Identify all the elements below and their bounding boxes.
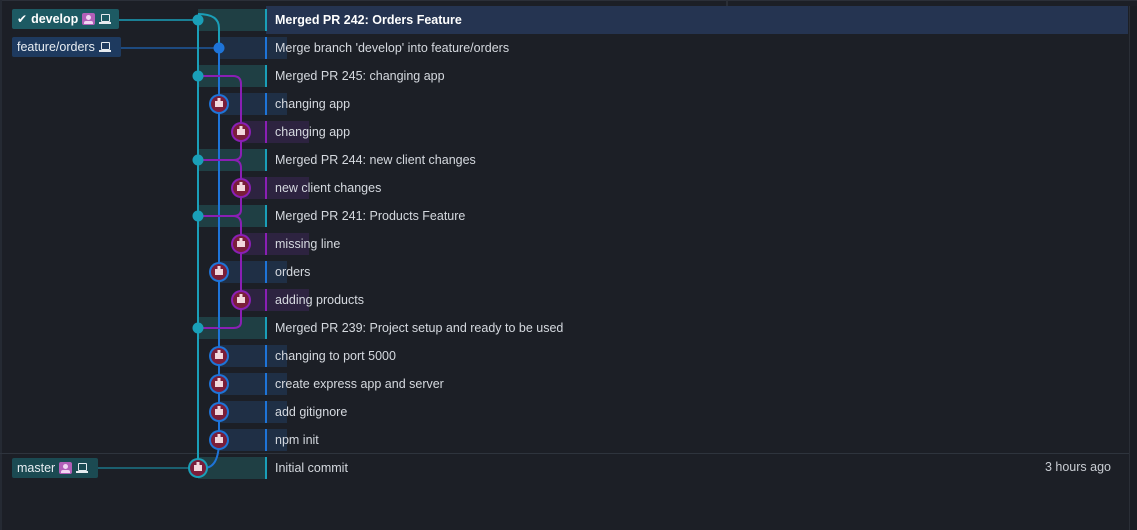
- branch-ref-develop[interactable]: ✔ develop: [12, 9, 119, 29]
- vertical-scrollbar[interactable]: [1129, 6, 1137, 530]
- branch-name: feature/orders: [17, 40, 95, 54]
- commit-dot: [213, 42, 225, 54]
- laptop-icon: [98, 42, 111, 52]
- commit-avatar-glyph: [237, 129, 245, 135]
- commit-message: Merged PR 241: Products Feature: [275, 209, 466, 223]
- commit-message: create express app and server: [275, 377, 444, 391]
- commit-avatar-glyph: [237, 241, 245, 247]
- commit-avatar-glyph: [239, 294, 243, 297]
- branch-name: master: [17, 461, 56, 475]
- commit-avatar-glyph: [237, 297, 245, 303]
- commit-message: Merged PR 239: Project setup and ready t…: [275, 321, 564, 335]
- commit-avatar-glyph: [217, 266, 221, 269]
- commit-avatar-glyph: [215, 353, 223, 359]
- branch-ref-feature-orders[interactable]: feature/orders: [12, 37, 121, 57]
- commit-avatar-glyph: [237, 185, 245, 191]
- commit-avatar-glyph: [215, 437, 223, 443]
- commit-avatar-glyph: [215, 101, 223, 107]
- commit-avatar-glyph: [215, 381, 223, 387]
- commit-graph: [98, 13, 251, 478]
- check-icon: ✔: [17, 12, 28, 26]
- commit-message: Merged PR 242: Orders Feature: [275, 13, 462, 27]
- user-avatar-icon: [82, 13, 96, 25]
- commit-dot: [192, 70, 204, 82]
- commit-avatar-glyph: [196, 462, 200, 465]
- commit-avatar-glyph: [239, 238, 243, 241]
- commit-avatar-glyph: [217, 98, 221, 101]
- commit-message: Merge branch 'develop' into feature/orde…: [275, 41, 510, 55]
- commit-avatar-glyph: [215, 409, 223, 415]
- commit-dot: [192, 322, 204, 334]
- commit-avatar-glyph: [217, 350, 221, 353]
- commit-avatar-glyph: [215, 269, 223, 275]
- commit-dot: [192, 210, 204, 222]
- commit-dot: [192, 14, 204, 26]
- commit-avatar-glyph: [239, 182, 243, 185]
- branch-name: develop: [31, 12, 79, 26]
- commit-time: 3 hours ago: [1044, 460, 1111, 474]
- user-avatar-icon: [59, 462, 73, 474]
- laptop-icon: [99, 14, 112, 24]
- commit-avatar-glyph: [239, 126, 243, 129]
- commit-avatar-glyph: [217, 406, 221, 409]
- commit-dot: [192, 154, 204, 166]
- commit-avatar-glyph: [217, 378, 221, 381]
- commit-avatar-glyph: [194, 465, 202, 471]
- commit-message: Merged PR 245: changing app: [275, 69, 445, 83]
- laptop-icon: [76, 463, 89, 473]
- commit-message: Merged PR 244: new client changes: [275, 153, 476, 167]
- commit-avatar-glyph: [217, 434, 221, 437]
- branch-ref-master[interactable]: master: [12, 458, 98, 478]
